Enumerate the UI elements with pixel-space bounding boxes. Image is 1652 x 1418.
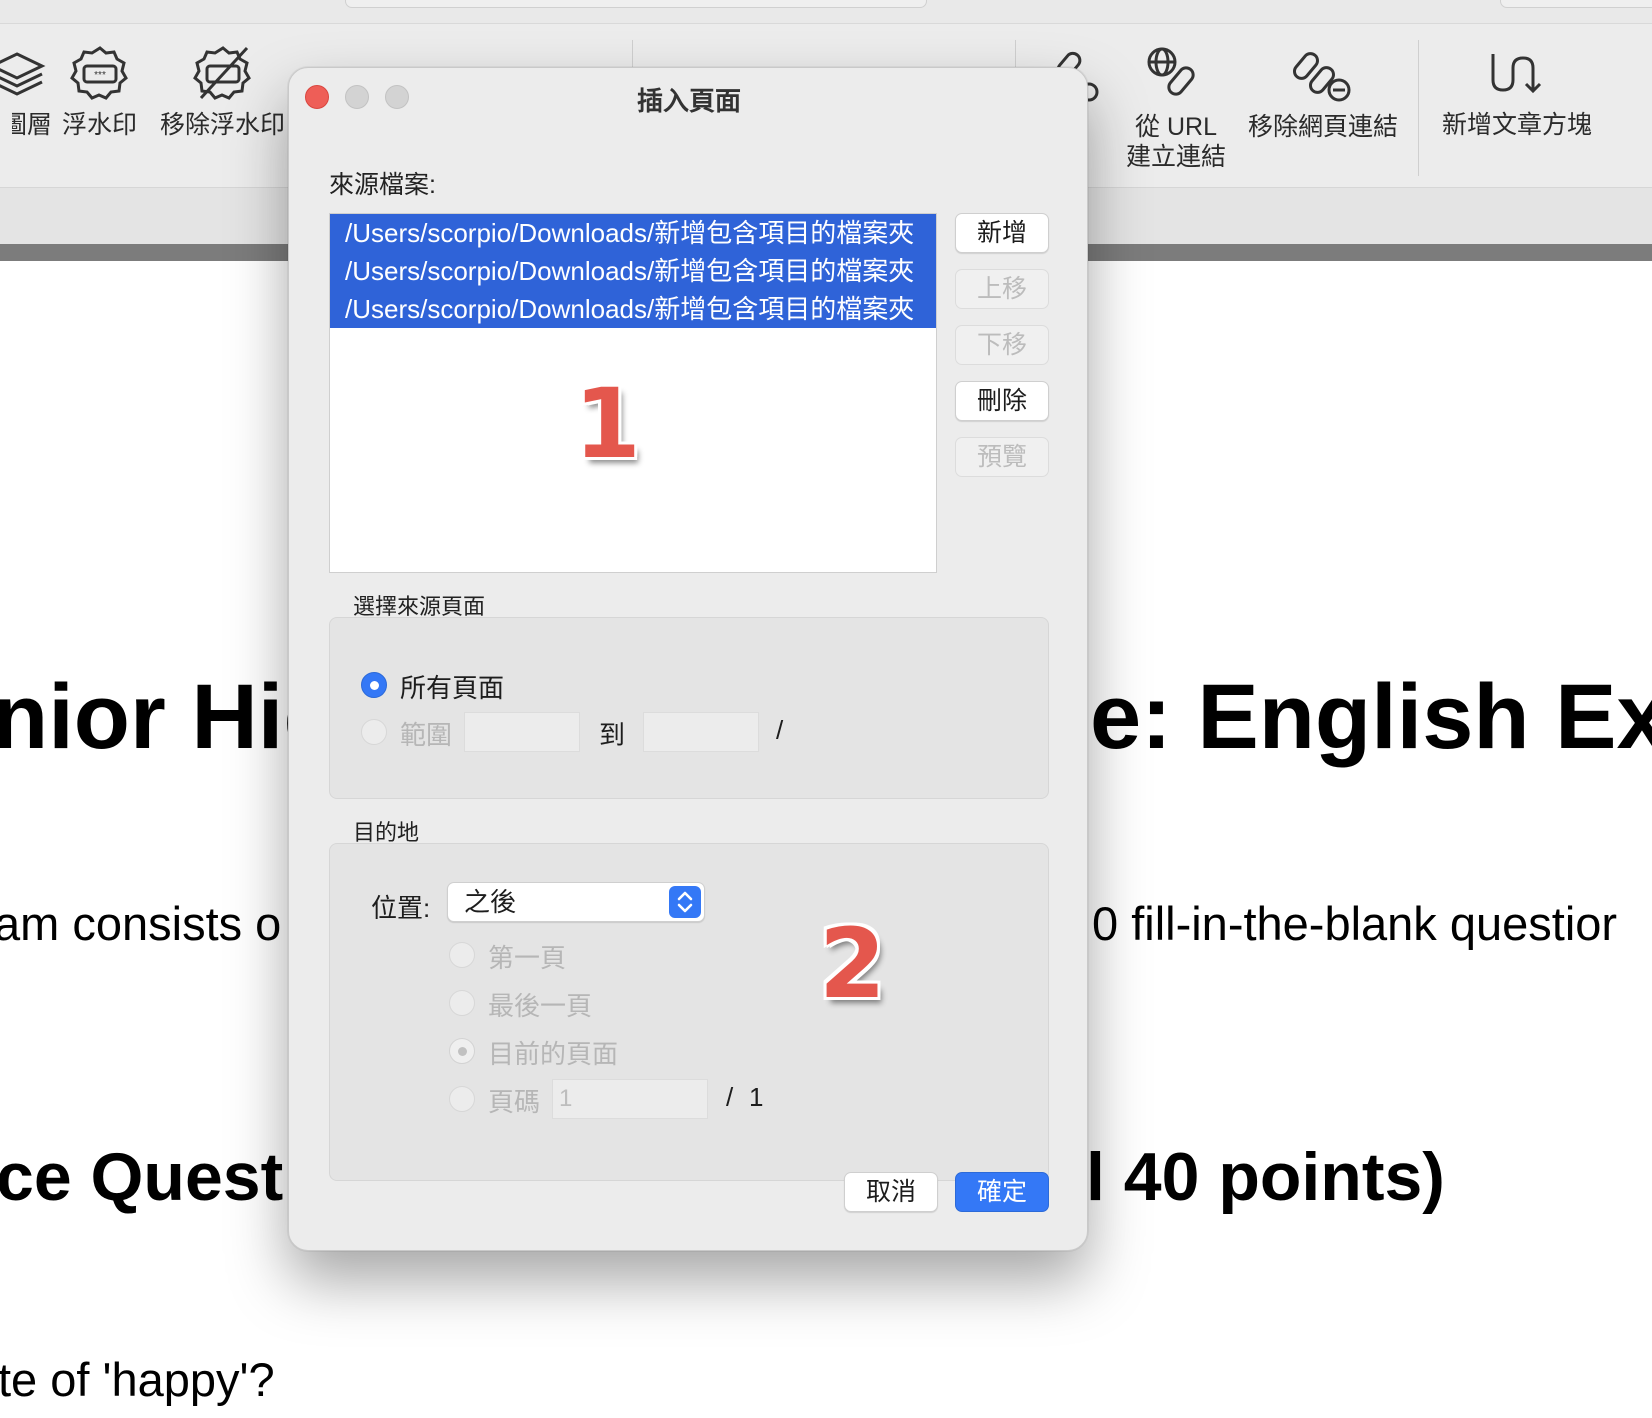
layer-tool[interactable]: 圖層 [0, 44, 52, 147]
source-pages-group [329, 617, 1049, 799]
all-pages-radio[interactable] [361, 672, 387, 698]
range-end-input[interactable] [643, 712, 759, 752]
watermark-label: 浮水印 [62, 111, 138, 139]
first-page-radio[interactable] [449, 942, 475, 968]
range-to-label: 到 [599, 720, 626, 750]
add-button[interactable]: 新增 [955, 213, 1049, 253]
move-up-button[interactable]: 上移 [955, 269, 1049, 309]
remove-watermark-tool[interactable]: 移除浮水印 [160, 44, 285, 140]
tab-strip [0, 0, 1652, 24]
page-number-radio[interactable] [449, 1086, 475, 1112]
file-list-item[interactable]: /Users/scorpio/Downloads/新增包含項目的檔案夾 [330, 214, 936, 252]
toolbar-separator [1418, 40, 1419, 176]
page-total-slash: / [726, 1082, 734, 1112]
tab-bar-segment-right[interactable] [1500, 0, 1652, 8]
document-heading-right: e: English Ex [1090, 666, 1652, 768]
current-page-radio[interactable] [449, 1038, 475, 1064]
range-start-input[interactable] [464, 712, 580, 752]
file-list-item[interactable]: /Users/scorpio/Downloads/新增包含項目的檔案夾 [330, 290, 936, 328]
dialog-titlebar[interactable]: 插入頁面 [289, 68, 1087, 124]
document-question: te of 'happy'? [0, 1353, 275, 1406]
delete-button[interactable]: 刪除 [955, 381, 1049, 421]
document-paragraph-right: 0 fill-in-the-blank questior [1092, 897, 1618, 950]
text-flow-icon [1491, 54, 1542, 94]
add-text-block-label: 新增文章方塊 [1442, 111, 1593, 139]
insert-page-dialog: 插入頁面 來源檔案: /Users/scorpio/Downloads/新增包含… [288, 67, 1088, 1251]
position-select[interactable]: 之後 [447, 882, 705, 922]
range-radio[interactable] [361, 719, 387, 745]
range-slash: / [776, 715, 784, 745]
tab-bar-segment[interactable] [345, 0, 927, 8]
current-page-label: 目前的頁面 [488, 1039, 619, 1069]
remove-weblink-tool[interactable]: 移除網頁連結 [1248, 44, 1398, 142]
watermark-seal-icon: *** [69, 46, 128, 100]
remove-watermark-icon [192, 46, 251, 100]
all-pages-label: 所有頁面 [400, 673, 505, 703]
page-total: 1 [749, 1082, 764, 1112]
remove-watermark-label: 移除浮水印 [160, 111, 286, 139]
document-paragraph-left: am consists o [0, 897, 282, 950]
dialog-title: 插入頁面 [636, 86, 741, 116]
add-text-block-tool[interactable]: 新增文章方塊 [1442, 44, 1592, 140]
page-number-input[interactable]: 1 [552, 1079, 708, 1119]
url-link-line2: 建立連結 [1126, 143, 1227, 171]
file-list-item[interactable]: /Users/scorpio/Downloads/新增包含項目的檔案夾 [330, 252, 936, 290]
document-subheading-left: ce Questi [0, 1139, 303, 1215]
remove-weblink-label: 移除網頁連結 [1248, 113, 1399, 141]
layer-label: 圖層 [12, 111, 52, 139]
watermark-tool[interactable]: *** 浮水印 [62, 44, 137, 140]
layers-icon [0, 52, 46, 96]
globe-link-icon [1147, 47, 1195, 96]
move-down-button[interactable]: 下移 [955, 325, 1049, 365]
remove-link-icon [1293, 52, 1351, 102]
position-select-value: 之後 [464, 887, 517, 917]
range-label: 範圍 [400, 720, 453, 750]
first-page-label: 第一頁 [488, 943, 567, 973]
position-label: 位置: [371, 893, 431, 923]
annotation-badge-2: 2 [819, 908, 886, 1020]
document-subheading-right: l 40 points) [1086, 1139, 1445, 1215]
chevron-up-down-icon [669, 886, 701, 918]
svg-text:***: *** [94, 70, 106, 81]
source-files-label: 來源檔案: [329, 171, 436, 199]
preview-button[interactable]: 預覽 [955, 437, 1049, 477]
url-link-line1: 從 URL [1135, 113, 1217, 141]
last-page-radio[interactable] [449, 990, 475, 1016]
url-link-tool[interactable]: 從 URL 建立連結 [1126, 44, 1226, 172]
annotation-badge-1: 1 [574, 368, 641, 480]
ok-button[interactable]: 確定 [955, 1172, 1049, 1212]
last-page-label: 最後一頁 [488, 991, 593, 1021]
cancel-button[interactable]: 取消 [844, 1172, 938, 1212]
page-number-label: 頁碼 [488, 1087, 541, 1117]
